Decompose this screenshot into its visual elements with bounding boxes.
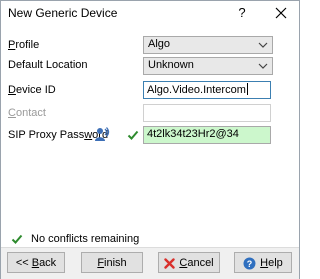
profile-label: Profile [8,39,40,51]
device-id-label: Device ID [8,84,56,96]
dialog-content: Profile Algo Default Location Unknown De… [1,25,299,246]
chevron-down-icon [258,42,268,48]
title-help-button[interactable]: ? [233,3,251,23]
svg-text:?: ? [247,259,253,269]
help-icon: ? [243,257,256,270]
status-message: No conflicts remaining [31,233,140,245]
help-button[interactable]: ? Help [234,252,292,273]
profile-value: Algo [148,38,171,50]
default-location-label: Default Location [8,59,88,71]
finish-button[interactable]: Finish [81,252,143,273]
title-bar: New Generic Device ? [1,1,299,25]
text-caret [246,83,248,95]
contact-input[interactable] [143,104,271,122]
device-id-value: Algo.Video.Intercom [147,83,248,96]
contact-label: Contact [8,107,46,119]
valid-check-icon [127,130,139,140]
chevron-down-icon [258,63,268,69]
button-bar: << Back Finish Cancel ? Help [1,247,299,279]
info-person-icon[interactable] [94,126,110,142]
cancel-x-icon [164,257,176,269]
close-button[interactable] [271,3,291,23]
close-icon [275,7,287,19]
back-button[interactable]: << Back [7,252,65,273]
default-location-select[interactable]: Unknown [143,57,273,75]
sip-proxy-password-value: 4t2lk34t23Hr2@34 [147,128,239,140]
profile-select[interactable]: Algo [143,36,273,54]
status-check-icon [11,234,23,244]
window-title: New Generic Device [8,6,118,20]
default-location-value: Unknown [148,59,194,71]
new-generic-device-dialog: New Generic Device ? Profile Algo Defaul… [0,0,300,279]
sip-proxy-password-input[interactable]: 4t2lk34t23Hr2@34 [143,126,271,144]
cancel-button[interactable]: Cancel [158,252,220,273]
device-id-input[interactable]: Algo.Video.Intercom [143,81,271,99]
